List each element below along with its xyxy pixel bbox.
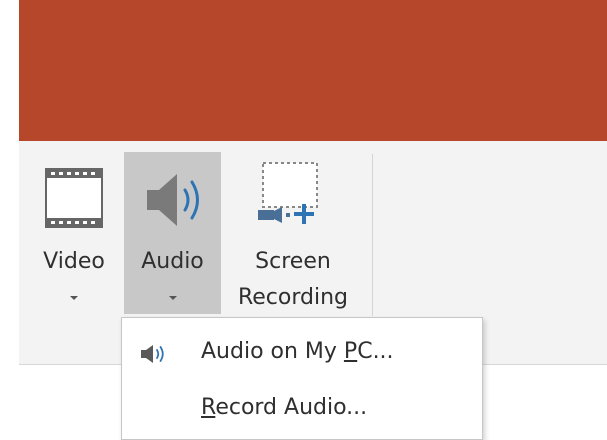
menu-item-record-audio[interactable]: Record Audio... — [122, 385, 482, 435]
chevron-down-icon — [168, 296, 177, 300]
left-margin — [0, 0, 19, 438]
speaker-small-icon — [141, 345, 164, 363]
screen-recording-label-line2: Recording — [237, 285, 349, 310]
screen-recording-label-line1: Screen — [255, 249, 331, 274]
video-label: Video — [43, 249, 105, 274]
menu-item-label: Record Audio... — [201, 395, 368, 420]
audio-dropdown-menu: Audio on My PC... Record Audio... — [121, 317, 483, 440]
audio-label: Audio — [141, 249, 204, 274]
menu-item-audio-on-my-pc[interactable]: Audio on My PC... — [122, 329, 482, 379]
screen-recording-button[interactable]: Screen Recording — [226, 152, 360, 314]
title-bar — [19, 0, 607, 141]
speaker-icon — [147, 174, 199, 226]
screen-recording-icon — [258, 162, 318, 224]
film-strip-icon — [45, 168, 103, 228]
group-separator — [372, 154, 373, 316]
video-button[interactable]: Video — [32, 152, 116, 314]
audio-button[interactable]: Audio — [124, 152, 221, 314]
chevron-down-icon — [70, 296, 78, 300]
menu-item-label: Audio on My PC... — [201, 339, 394, 364]
